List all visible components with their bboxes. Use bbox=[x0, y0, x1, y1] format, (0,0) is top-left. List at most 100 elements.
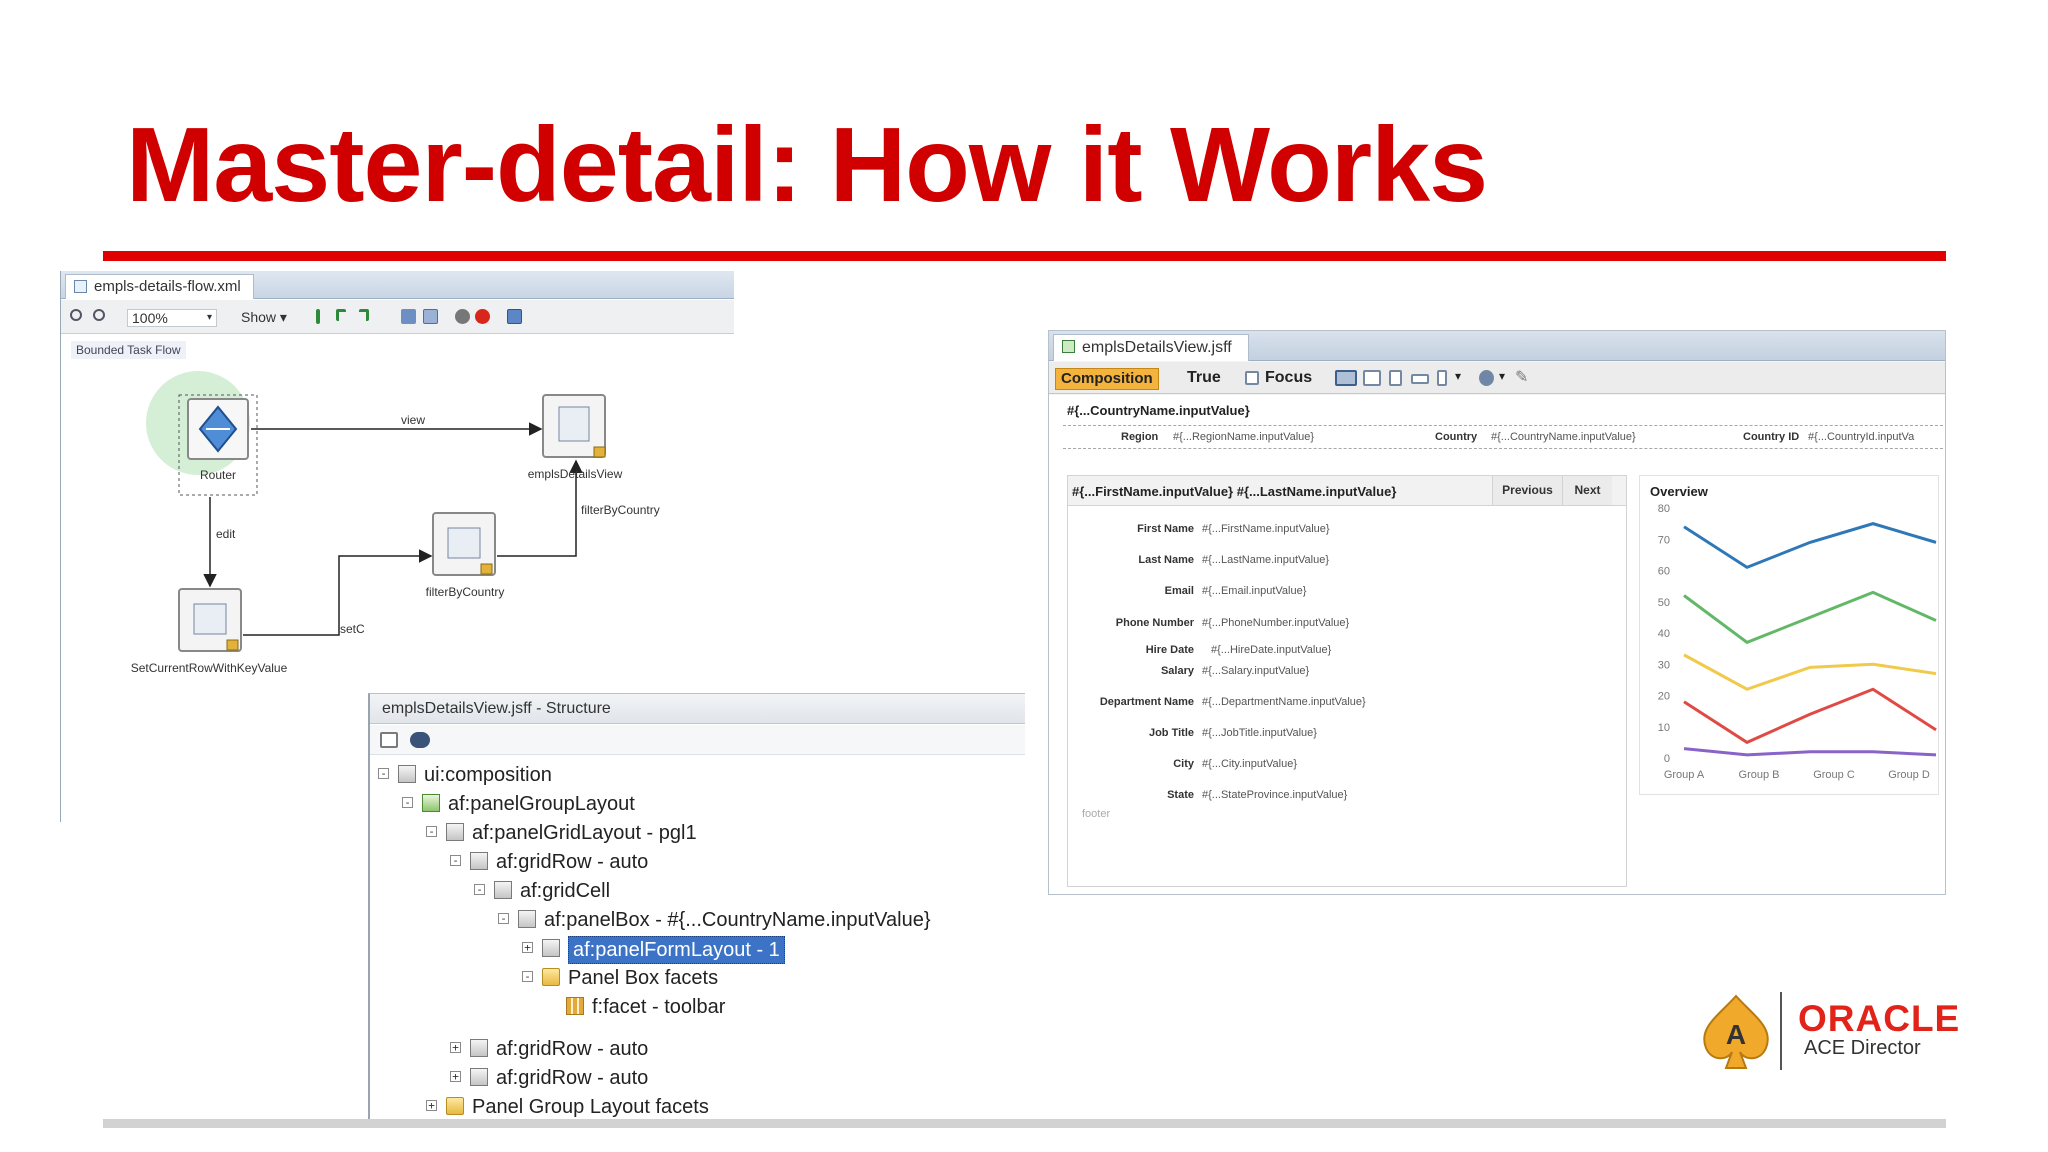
focus-toggle[interactable]: Focus bbox=[1265, 369, 1312, 387]
tab-jsff-file[interactable]: emplsDetailsView.jsff bbox=[1053, 334, 1249, 361]
expand-toggle-icon[interactable]: + bbox=[426, 1100, 437, 1111]
tree-node-label: af:gridRow - auto bbox=[496, 851, 649, 873]
structure-titlebar: emplsDetailsView.jsff - Structure bbox=[370, 694, 1025, 724]
department-name-label: Department Name bbox=[1099, 696, 1194, 708]
collapse-toggle-icon[interactable]: - bbox=[450, 855, 461, 866]
y-tick-label: 0 bbox=[1664, 753, 1670, 765]
folder-icon bbox=[446, 1097, 464, 1115]
next-button[interactable]: Next bbox=[1562, 476, 1612, 505]
first-name-value[interactable]: #{...FirstName.inputValue} bbox=[1202, 523, 1330, 535]
tab-flow-file[interactable]: empls-details-flow.xml bbox=[65, 274, 254, 299]
country-id-value[interactable]: #{...CountryId.inputVa bbox=[1808, 431, 1914, 443]
tab-flow-file-label: empls-details-flow.xml bbox=[94, 278, 241, 295]
collapse-toggle-icon[interactable]: - bbox=[522, 971, 533, 982]
wildcard-flow-icon[interactable] bbox=[359, 309, 369, 321]
y-tick-label: 60 bbox=[1658, 566, 1670, 578]
y-tick-label: 80 bbox=[1658, 503, 1670, 515]
structure-view-icon[interactable] bbox=[380, 732, 398, 748]
control-flow-case-icon[interactable] bbox=[336, 309, 346, 321]
wrench-icon[interactable]: ✎ bbox=[1515, 367, 1530, 386]
salary-label: Salary bbox=[1160, 665, 1194, 677]
browser-chevron-down-icon[interactable]: ▾ bbox=[1499, 369, 1505, 383]
email-value[interactable]: #{...Email.inputValue} bbox=[1202, 585, 1306, 597]
bottom-rule bbox=[103, 1119, 1946, 1128]
component-icon bbox=[470, 1068, 488, 1086]
edge-edit-label: edit bbox=[216, 527, 236, 541]
country-value[interactable]: #{...CountryName.inputValue} bbox=[1491, 431, 1636, 443]
composition-tab[interactable]: Composition bbox=[1055, 368, 1159, 390]
record-icon[interactable] bbox=[455, 309, 470, 324]
edge-setcurrent[interactable] bbox=[243, 549, 433, 636]
view-page-icon bbox=[558, 406, 590, 442]
desktop-preview-icon[interactable] bbox=[1335, 370, 1357, 386]
setrow-badge-icon bbox=[226, 639, 239, 651]
show-menu-label: Show bbox=[241, 309, 277, 325]
collapse-toggle-icon[interactable]: - bbox=[474, 884, 485, 895]
component-icon bbox=[518, 910, 536, 928]
zoom-out-icon[interactable] bbox=[93, 309, 105, 321]
design-toolbar: Composition True Focus ▾ ▾ ✎ bbox=[1049, 362, 1945, 394]
first-name-label: First Name bbox=[1137, 523, 1194, 535]
zoom-value: 100% bbox=[132, 310, 168, 326]
last-name-value[interactable]: #{...LastName.inputValue} bbox=[1202, 554, 1329, 566]
collapse-toggle-icon[interactable]: - bbox=[426, 826, 437, 837]
expand-toggle-icon[interactable]: + bbox=[450, 1071, 461, 1082]
edge-filter-label: filterByCountry bbox=[581, 503, 660, 517]
layout-icon[interactable] bbox=[401, 309, 416, 324]
zoom-select[interactable]: 100% ▾ bbox=[127, 309, 217, 327]
jsff-tab-strip: emplsDetailsView.jsff bbox=[1049, 331, 1945, 361]
component-icon bbox=[470, 1039, 488, 1057]
series-line-0 bbox=[1683, 522, 1937, 570]
collapse-toggle-icon[interactable]: - bbox=[498, 913, 509, 924]
title-rule bbox=[103, 251, 1946, 261]
phone-number-label: Phone Number bbox=[1115, 617, 1194, 629]
show-menu[interactable]: Show ▾ bbox=[241, 309, 287, 326]
tree-node-label: Panel Group Layout facets bbox=[472, 1096, 709, 1118]
align-icon[interactable] bbox=[423, 309, 438, 324]
hire-date-value[interactable]: #{...HireDate.inputValue} bbox=[1211, 644, 1331, 656]
department-name-value[interactable]: #{...DepartmentName.inputValue} bbox=[1202, 696, 1366, 708]
device-chevron-down-icon[interactable]: ▾ bbox=[1455, 369, 1461, 383]
binoculars-icon[interactable] bbox=[410, 732, 430, 748]
city-value[interactable]: #{...City.inputValue} bbox=[1202, 758, 1297, 770]
expand-toggle-icon[interactable]: + bbox=[522, 942, 533, 953]
series-line-2 bbox=[1683, 653, 1937, 691]
previous-button[interactable]: Previous bbox=[1492, 476, 1562, 505]
error-icon[interactable] bbox=[475, 309, 490, 324]
true-toggle[interactable]: True bbox=[1187, 369, 1221, 387]
pointer-tool-icon[interactable] bbox=[316, 309, 320, 324]
email-label: Email bbox=[1164, 585, 1194, 597]
facet-icon bbox=[566, 997, 584, 1015]
city-label: City bbox=[1173, 758, 1194, 770]
tablet-landscape-icon[interactable] bbox=[1363, 370, 1381, 386]
browser-icon[interactable] bbox=[1479, 370, 1494, 386]
phone-landscape-icon[interactable] bbox=[1411, 374, 1429, 384]
y-tick-label: 50 bbox=[1658, 597, 1670, 609]
design-canvas: #{...CountryName.inputValue} Region #{..… bbox=[1049, 395, 1945, 894]
state-value[interactable]: #{...StateProvince.inputValue} bbox=[1202, 789, 1347, 801]
tree-node-label: af:panelGroupLayout bbox=[448, 793, 635, 815]
oracle-ace-director-logo: A ORACLE ACE Director bbox=[1696, 990, 1996, 1070]
job-title-value[interactable]: #{...JobTitle.inputValue} bbox=[1202, 727, 1317, 739]
salary-value[interactable]: #{...Salary.inputValue} bbox=[1202, 665, 1309, 677]
tree-node-label: af:panelFormLayout - 1 bbox=[568, 936, 785, 964]
logo-divider bbox=[1780, 992, 1782, 1070]
collapse-toggle-icon[interactable]: - bbox=[402, 797, 413, 808]
expand-toggle-icon[interactable]: + bbox=[450, 1042, 461, 1053]
component-icon bbox=[542, 939, 560, 957]
x-tick-label: Group A bbox=[1664, 769, 1705, 781]
emplsdetailsview-label: emplsDetailsView bbox=[527, 467, 623, 481]
setrow-method-icon bbox=[193, 603, 227, 635]
overview-icon[interactable] bbox=[507, 309, 522, 324]
focus-icon[interactable] bbox=[1245, 371, 1259, 385]
tablet-portrait-icon[interactable] bbox=[1389, 370, 1402, 386]
tree-node-label: af:gridRow - auto bbox=[496, 1067, 649, 1089]
phone-portrait-icon[interactable] bbox=[1437, 370, 1447, 386]
y-tick-label: 40 bbox=[1658, 628, 1670, 640]
region-value[interactable]: #{...RegionName.inputValue} bbox=[1173, 431, 1314, 443]
flow-tab-strip: empls-details-flow.xml bbox=[61, 271, 734, 299]
zoom-in-icon[interactable] bbox=[70, 309, 82, 321]
collapse-toggle-icon[interactable]: - bbox=[378, 768, 389, 779]
phone-number-value[interactable]: #{...PhoneNumber.inputValue} bbox=[1202, 617, 1349, 629]
xml-file-icon bbox=[74, 280, 87, 293]
